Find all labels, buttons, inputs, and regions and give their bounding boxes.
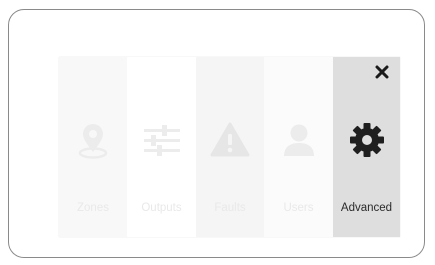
- sliders-icon: [142, 120, 182, 160]
- menu-screen: Zones Outputs Faults Users Advanced: [59, 57, 400, 237]
- tile-users-label: Users: [283, 202, 314, 214]
- tile-outputs[interactable]: Outputs: [127, 57, 196, 237]
- tile-advanced-label: Advanced: [340, 202, 393, 214]
- tile-users[interactable]: Users: [264, 57, 333, 237]
- tile-advanced[interactable]: Advanced: [333, 57, 400, 237]
- close-icon[interactable]: [374, 64, 390, 80]
- tile-faults-label: Faults: [214, 202, 246, 214]
- tile-outputs-label: Outputs: [141, 202, 182, 214]
- tile-zones-label: Zones: [77, 202, 109, 214]
- gear-icon: [347, 120, 387, 160]
- map-pin-icon: [73, 120, 113, 160]
- tile-faults[interactable]: Faults: [196, 57, 264, 237]
- tile-zones[interactable]: Zones: [59, 57, 127, 237]
- warning-icon: [210, 120, 250, 160]
- user-icon: [279, 120, 319, 160]
- device-frame: Zones Outputs Faults Users Advanced: [8, 9, 425, 258]
